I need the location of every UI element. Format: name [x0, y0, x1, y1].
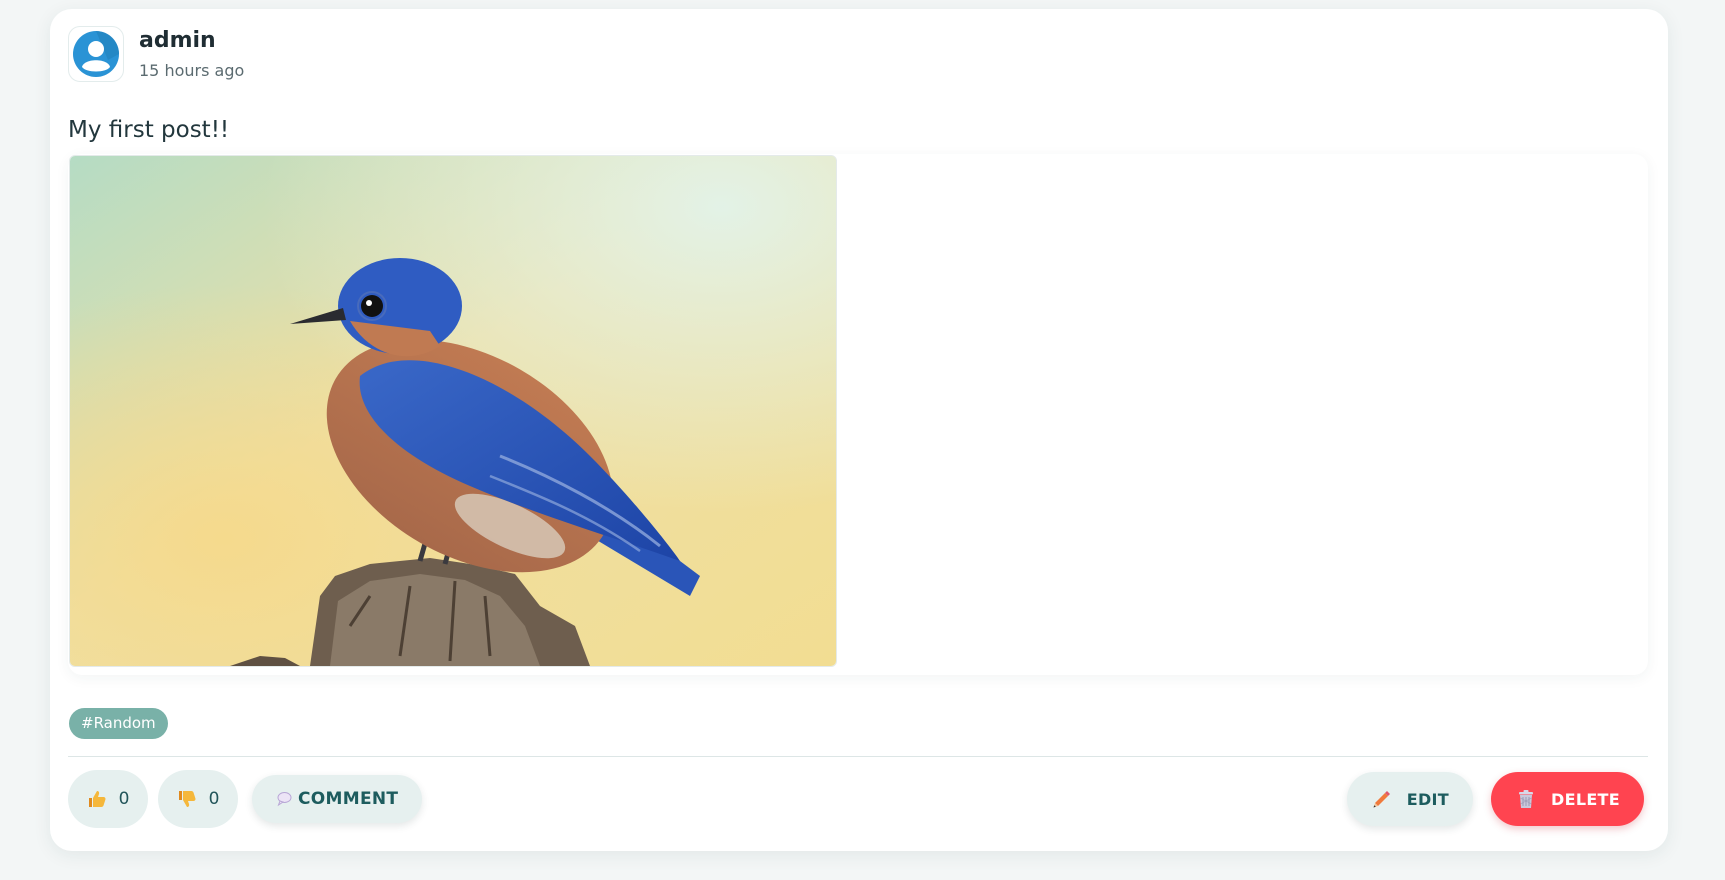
post-timestamp: 15 hours ago — [139, 61, 245, 80]
edit-label: EDIT — [1406, 789, 1450, 809]
author-name[interactable]: admin — [139, 27, 244, 55]
author-info: admin 15 hours ago — [139, 27, 244, 81]
dislike-button[interactable]: 0 — [158, 770, 238, 828]
delete-button[interactable]: DELETE — [1491, 772, 1644, 826]
delete-label: DELETE — [1551, 789, 1620, 809]
post-text: My first post!! — [68, 117, 230, 143]
trash-icon — [1515, 788, 1537, 810]
post-actions: EDIT DELETE — [1346, 772, 1644, 826]
divider — [68, 756, 1648, 757]
thumbs-up-icon — [87, 789, 107, 809]
bluebird-photo — [70, 156, 836, 666]
post-card: admin 15 hours ago My first post!! #Rand… — [50, 9, 1668, 851]
pencil-icon — [1371, 788, 1393, 810]
media-frame — [68, 154, 1648, 675]
speech-bubble-icon — [276, 791, 292, 807]
comment-button[interactable]: COMMENT — [252, 775, 423, 823]
avatar[interactable] — [68, 26, 124, 82]
like-count: 0 — [118, 789, 130, 809]
post-image[interactable] — [69, 155, 837, 667]
edit-button[interactable]: EDIT — [1346, 772, 1474, 826]
post-header: admin 15 hours ago — [68, 26, 244, 82]
user-avatar-icon — [73, 31, 119, 77]
like-button[interactable]: 0 — [68, 770, 148, 828]
dislike-count: 0 — [208, 789, 220, 809]
thumbs-down-icon — [177, 789, 197, 809]
comment-label: COMMENT — [298, 789, 399, 809]
reaction-bar: 0 0 COMMENT — [68, 770, 423, 828]
hashtag-badge[interactable]: #Random — [69, 708, 168, 739]
